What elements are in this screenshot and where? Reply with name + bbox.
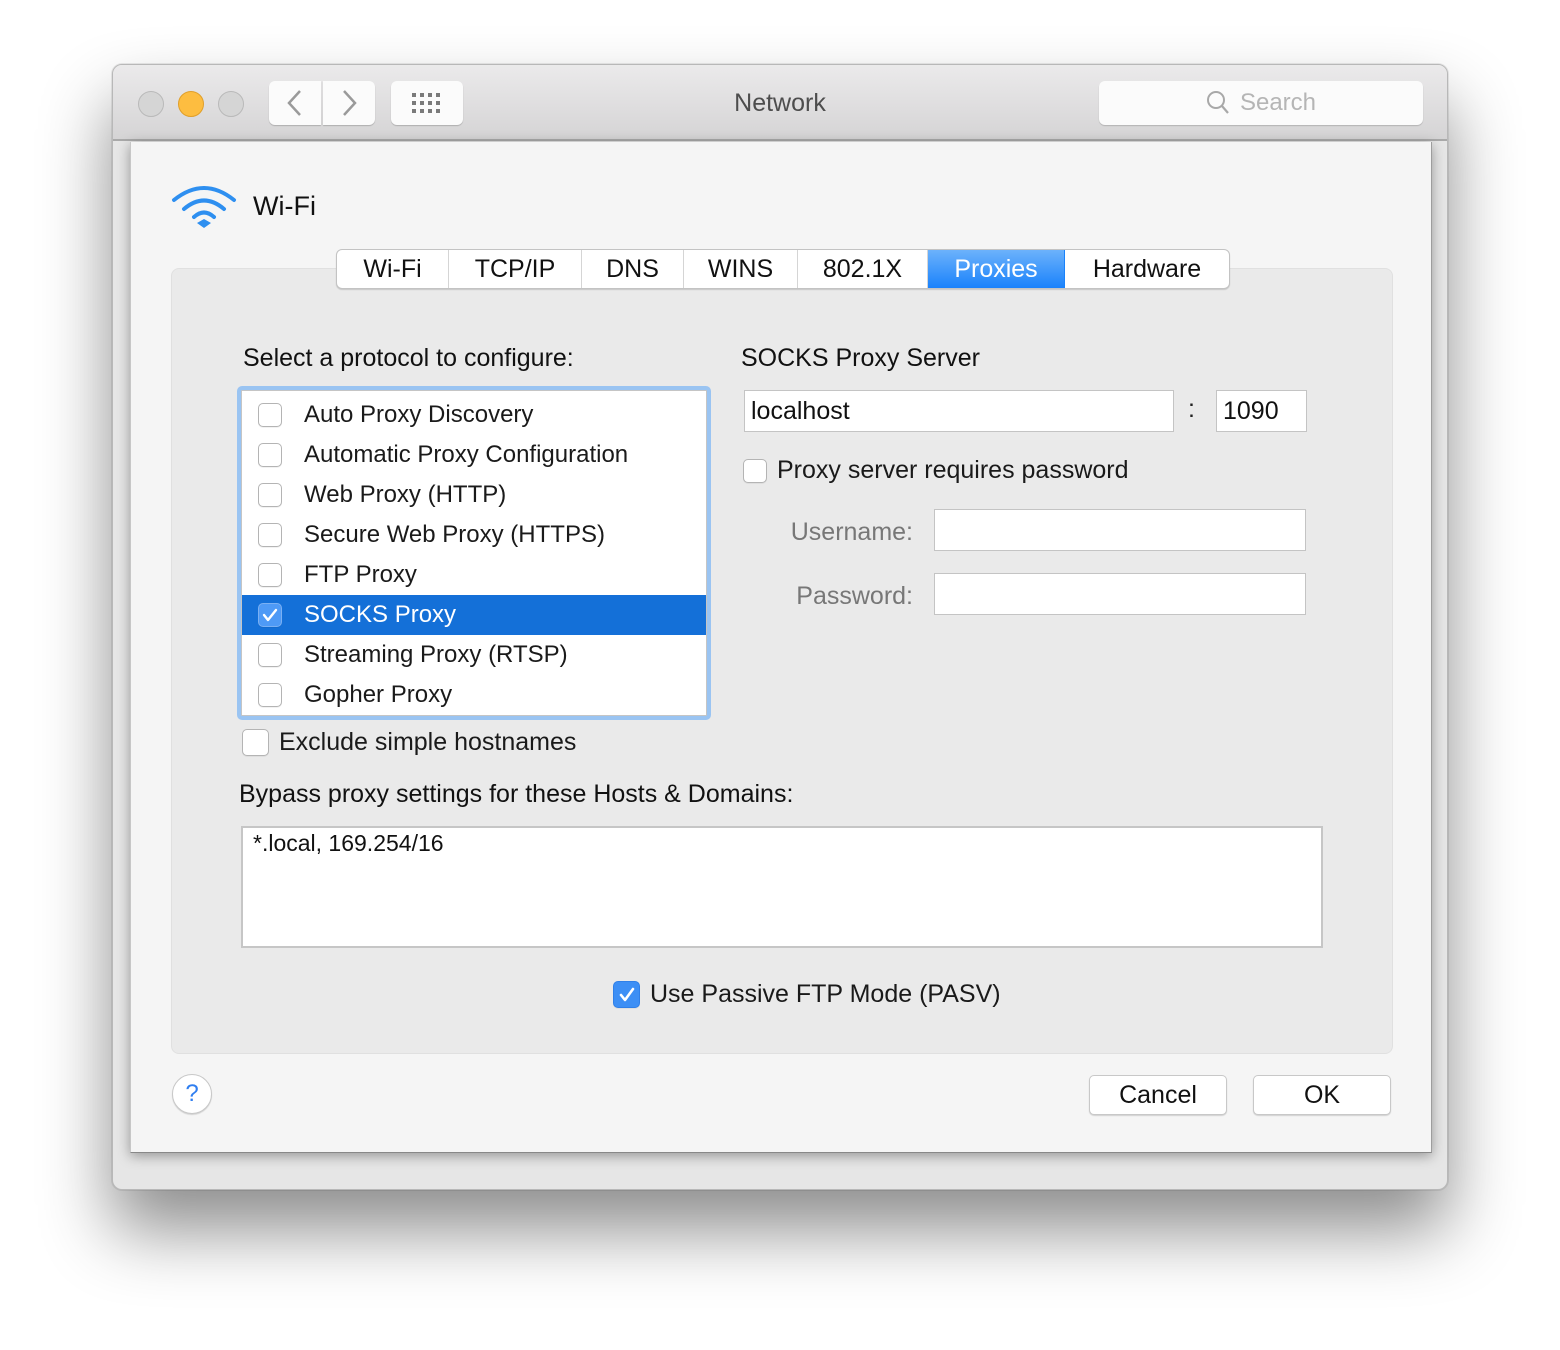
- protocol-checkbox[interactable]: [258, 643, 282, 667]
- protocol-checkbox[interactable]: [258, 563, 282, 587]
- protocol-item[interactable]: Secure Web Proxy (HTTPS): [242, 515, 706, 555]
- passive-ftp-row[interactable]: Use Passive FTP Mode (PASV): [613, 980, 1001, 1009]
- username-label: Username:: [790, 518, 913, 546]
- protocol-label: Automatic Proxy Configuration: [304, 441, 629, 468]
- proxies-sheet: Wi-Fi Wi-Fi TCP/IP DNS WINS 802.1X Proxi…: [130, 142, 1432, 1153]
- password-label: Password:: [796, 582, 913, 610]
- search-input[interactable]: Search: [1099, 81, 1423, 125]
- interface-name: Wi-Fi: [253, 190, 316, 221]
- protocol-label: Gopher Proxy: [304, 681, 453, 708]
- wifi-icon: [172, 186, 236, 228]
- tab-proxies[interactable]: Proxies: [928, 250, 1065, 288]
- tab-tcpip[interactable]: TCP/IP: [449, 250, 582, 288]
- title-bar: Network Search: [113, 65, 1447, 141]
- protocol-checkbox[interactable]: [258, 443, 282, 467]
- tab-hardware[interactable]: Hardware: [1065, 250, 1229, 288]
- protocol-checkbox[interactable]: [258, 403, 282, 427]
- tab-8021x[interactable]: 802.1X: [798, 250, 928, 288]
- cancel-button[interactable]: Cancel: [1089, 1075, 1227, 1115]
- protocol-label: Secure Web Proxy (HTTPS): [304, 521, 605, 548]
- protocol-item[interactable]: Streaming Proxy (RTSP): [242, 635, 706, 675]
- protocol-item[interactable]: Web Proxy (HTTP): [242, 475, 706, 515]
- tab-bar: Wi-Fi TCP/IP DNS WINS 802.1X Proxies Har…: [336, 249, 1230, 289]
- checkmark-icon: [262, 608, 278, 622]
- requires-password-label: Proxy server requires password: [777, 456, 1129, 484]
- network-window: Network Search Wi-Fi Wi-Fi TCP/IP DNS WI…: [112, 64, 1448, 1190]
- magnifier-icon: [1206, 91, 1229, 114]
- protocol-label: Web Proxy (HTTP): [304, 481, 507, 508]
- host-port-separator: :: [1188, 395, 1195, 423]
- username-field[interactable]: [934, 509, 1306, 551]
- checkmark-icon: [619, 987, 634, 1001]
- protocol-item[interactable]: Automatic Proxy Configuration: [242, 435, 706, 475]
- search-placeholder: Search: [1239, 89, 1317, 116]
- bypass-hosts-textarea[interactable]: *.local, 169.254/16: [241, 826, 1323, 948]
- exclude-simple-label: Exclude simple hostnames: [279, 728, 577, 756]
- protocol-list: Auto Proxy Discovery Automatic Proxy Conf…: [237, 386, 711, 720]
- tab-dns[interactable]: DNS: [582, 250, 684, 288]
- proxy-host-field[interactable]: [744, 390, 1174, 432]
- ok-button[interactable]: OK: [1253, 1075, 1391, 1115]
- requires-password-checkbox[interactable]: [743, 458, 767, 483]
- tab-wins[interactable]: WINS: [684, 250, 798, 288]
- protocol-item[interactable]: Gopher Proxy: [242, 675, 706, 715]
- requires-password-row[interactable]: Proxy server requires password: [743, 456, 1129, 485]
- protocol-checkbox[interactable]: [258, 683, 282, 707]
- protocol-list-label: Select a protocol to configure:: [243, 344, 574, 372]
- interface-header: Wi-Fi: [171, 182, 316, 230]
- help-button[interactable]: ?: [172, 1074, 212, 1114]
- protocol-item[interactable]: FTP Proxy: [242, 555, 706, 595]
- protocol-label: FTP Proxy: [304, 561, 417, 588]
- protocol-list-body: Auto Proxy Discovery Automatic Proxy Conf…: [242, 391, 706, 715]
- proxy-port-field[interactable]: [1216, 390, 1307, 432]
- protocol-checkbox[interactable]: [258, 523, 282, 547]
- server-heading: SOCKS Proxy Server: [741, 344, 980, 372]
- passive-ftp-label: Use Passive FTP Mode (PASV): [650, 980, 1001, 1008]
- protocol-label: Auto Proxy Discovery: [304, 401, 534, 428]
- protocol-item[interactable]: Auto Proxy Discovery: [242, 395, 706, 435]
- passive-ftp-checkbox[interactable]: [613, 981, 640, 1008]
- protocol-item[interactable]: SOCKS Proxy: [242, 595, 706, 635]
- protocol-checkbox[interactable]: [258, 603, 282, 627]
- bypass-label: Bypass proxy settings for these Hosts & …: [239, 780, 794, 808]
- exclude-simple-checkbox[interactable]: [242, 729, 269, 756]
- tab-wifi[interactable]: Wi-Fi: [337, 250, 449, 288]
- protocol-label: Streaming Proxy (RTSP): [304, 641, 568, 668]
- exclude-simple-row[interactable]: Exclude simple hostnames: [242, 728, 576, 757]
- protocol-checkbox[interactable]: [258, 483, 282, 507]
- protocol-label: SOCKS Proxy: [304, 601, 457, 628]
- password-field[interactable]: [934, 573, 1306, 615]
